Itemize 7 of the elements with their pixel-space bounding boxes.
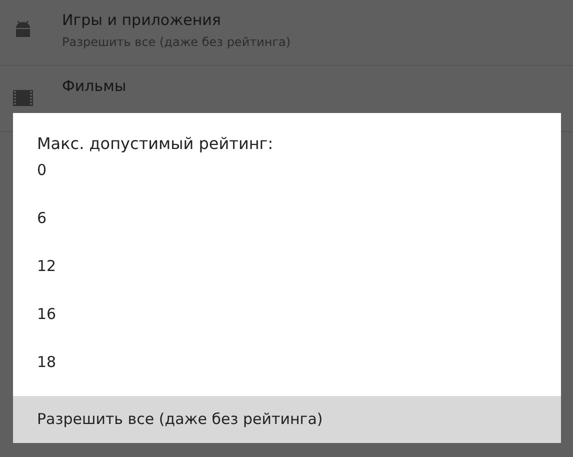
rating-option[interactable]: 6 (13, 199, 561, 247)
rating-option[interactable]: Разрешить все (даже без рейтинга) (13, 396, 561, 443)
film-icon (13, 90, 33, 106)
android-icon (13, 20, 33, 38)
rating-option[interactable]: 16 (13, 295, 561, 343)
rating-option[interactable]: 18 (13, 343, 561, 391)
rating-option[interactable]: 12 (13, 247, 561, 295)
